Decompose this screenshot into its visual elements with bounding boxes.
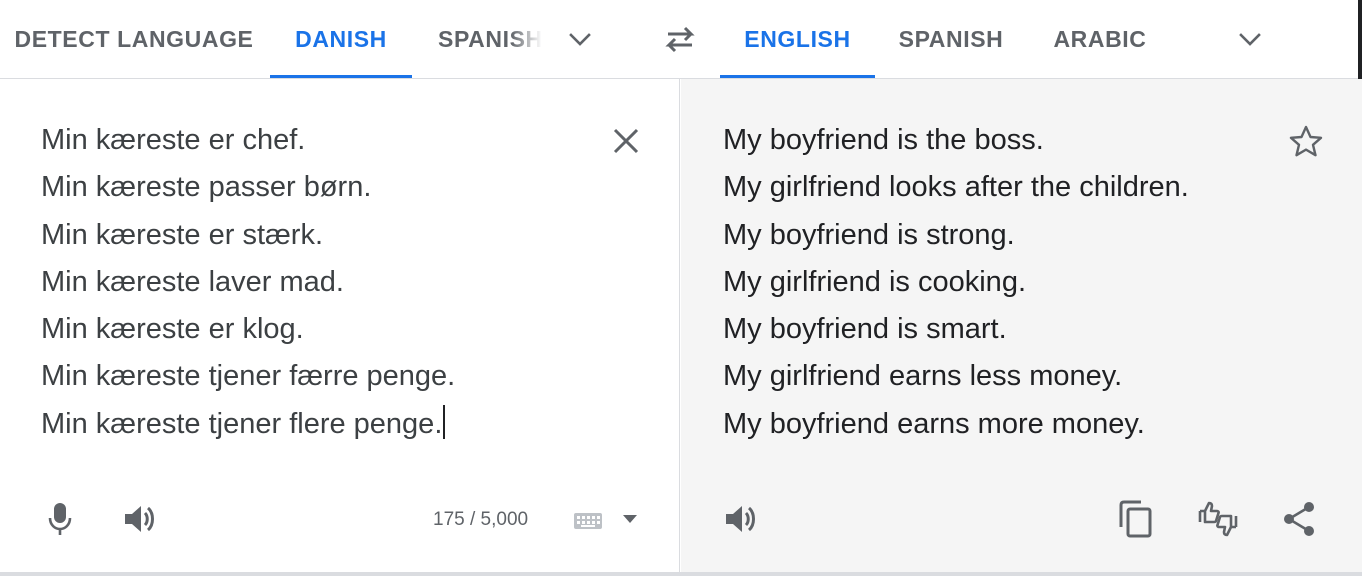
- translation-line: My boyfriend earns more money.: [723, 407, 1145, 440]
- source-line: Min kæreste er chef.: [41, 124, 306, 156]
- tab-source-danish[interactable]: DANISH: [270, 0, 412, 78]
- source-text-input[interactable]: Min kæreste er chef. Min kæreste passer …: [41, 117, 455, 448]
- source-line: Min kæreste tjener flere penge.: [41, 407, 443, 440]
- tab-target-spanish[interactable]: SPANISH: [880, 0, 1022, 78]
- translation-line: My girlfriend is cooking.: [723, 265, 1026, 298]
- caret-down-icon: [623, 515, 637, 523]
- thumbs-up-down-icon: [1198, 501, 1238, 537]
- tab-target-arabic[interactable]: ARABIC: [1040, 0, 1160, 78]
- translation-pane: My boyfriend is the boss. My girlfriend …: [681, 79, 1362, 573]
- chevron-down-icon: [1239, 33, 1261, 46]
- language-bar: DETECT LANGUAGE DANISH SPANISH ENGLISH S…: [0, 0, 1362, 79]
- clear-source-button[interactable]: [604, 119, 648, 163]
- speaker-icon: [726, 506, 755, 532]
- chevron-down-icon: [569, 33, 591, 46]
- translation-output: My boyfriend is the boss. My girlfriend …: [723, 117, 1189, 448]
- translation-line: My girlfriend earns less money.: [723, 360, 1123, 393]
- more-target-languages-button[interactable]: [1228, 17, 1272, 61]
- translation-line: My girlfriend looks after the children.: [723, 171, 1189, 204]
- speaker-icon: [125, 506, 154, 532]
- source-line: Min kæreste er stærk.: [41, 218, 323, 251]
- swap-languages-button[interactable]: [656, 15, 704, 63]
- share-icon: [1284, 502, 1314, 536]
- microphone-button[interactable]: [38, 497, 82, 541]
- source-line: Min kæreste tjener færre penge.: [41, 360, 456, 393]
- close-icon: [613, 128, 639, 154]
- keyboard-icon: [574, 513, 602, 529]
- keyboard-menu-button[interactable]: [618, 507, 642, 531]
- translation-line: My boyfriend is the boss.: [723, 124, 1044, 156]
- swap-arrows-icon: [665, 26, 695, 53]
- copy-icon: [1119, 500, 1152, 538]
- source-line: Min kæreste passer børn.: [41, 171, 372, 204]
- translation-line: My boyfriend is smart.: [723, 313, 1007, 346]
- share-translation-button[interactable]: [1277, 497, 1321, 541]
- keyboard-button[interactable]: [570, 507, 606, 535]
- save-translation-button[interactable]: [1284, 119, 1328, 163]
- copy-translation-button[interactable]: [1114, 495, 1158, 543]
- rate-translation-button[interactable]: [1194, 495, 1242, 543]
- source-line: Min kæreste laver mad.: [41, 265, 344, 298]
- star-icon: [1289, 125, 1323, 157]
- tab-target-english[interactable]: ENGLISH: [720, 0, 875, 78]
- listen-source-button[interactable]: [118, 497, 162, 541]
- source-pane[interactable]: Min kæreste er chef. Min kæreste passer …: [0, 79, 680, 573]
- character-counter: 175 / 5,000: [433, 509, 529, 530]
- scrollbar-edge: [1358, 0, 1362, 79]
- tab-detect-language[interactable]: DETECT LANGUAGE: [0, 0, 268, 78]
- tab-source-spanish[interactable]: SPANISH: [438, 0, 542, 78]
- bottom-divider: [0, 572, 1362, 576]
- text-cursor: [443, 404, 446, 439]
- listen-translation-button[interactable]: [719, 497, 763, 541]
- translation-line: My boyfriend is strong.: [723, 218, 1015, 251]
- source-line: Min kæreste er klog.: [41, 313, 304, 346]
- more-source-languages-button[interactable]: [558, 17, 602, 61]
- microphone-icon: [48, 503, 72, 535]
